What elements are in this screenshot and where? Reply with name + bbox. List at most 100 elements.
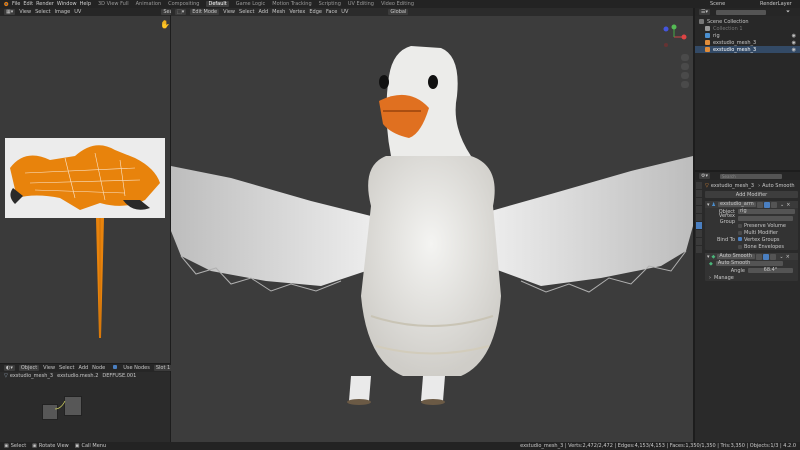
chevron-right-icon: › <box>709 274 711 281</box>
scene-selector[interactable]: Scene <box>710 1 725 7</box>
modifier-name-field[interactable]: Auto Smooth <box>717 254 756 259</box>
tab-material-icon[interactable] <box>696 246 702 253</box>
menu-file[interactable]: File <box>12 1 20 7</box>
editor-type-icon[interactable]: ▦▾ <box>4 9 16 15</box>
duck-model[interactable] <box>171 16 693 442</box>
slot-dropdown[interactable]: Slot 1 <box>153 365 173 371</box>
add-modifier-button[interactable]: Add Modifier <box>705 191 798 198</box>
tab-animation[interactable]: Animation <box>136 1 162 7</box>
collapse-icon[interactable]: ▾ <box>707 202 710 208</box>
tab-3d-view-full[interactable]: 3D View Full <box>98 1 129 7</box>
remove-modifier-icon[interactable]: × <box>786 202 790 208</box>
visibility-eye-icon[interactable]: ◉ <box>792 47 796 53</box>
hand-pan-icon[interactable]: ✋ <box>160 20 170 29</box>
show-render-icon[interactable] <box>770 253 777 260</box>
uv-menu-image[interactable]: Image <box>55 9 71 15</box>
3d-viewport[interactable]: ⬚▾ Edit Mode View Select Add Mesh Vertex… <box>171 8 693 442</box>
tab-scripting[interactable]: Scripting <box>319 1 341 7</box>
tab-physics-icon[interactable] <box>696 230 702 237</box>
outliner-item[interactable]: rig ◉ <box>695 32 800 39</box>
angle-field[interactable]: 68.4° <box>748 268 793 273</box>
uv-editor[interactable]: ▦▾ View Select Image UV Searc ✋ <box>0 8 180 363</box>
node-editor-type-icon[interactable]: ◐▾ <box>4 365 15 371</box>
vp-menu-mesh[interactable]: Mesh <box>272 9 285 15</box>
tab-output-icon[interactable] <box>696 198 702 205</box>
collapse-icon[interactable]: ▾ <box>707 254 710 260</box>
show-render-icon[interactable] <box>771 201 777 208</box>
outliner[interactable]: ☰▾ ⏷ Scene Collection Collection 1 rig ◉… <box>695 8 800 170</box>
show-editmode-icon[interactable] <box>756 253 763 260</box>
viewport-type-icon[interactable]: ⬚▾ <box>175 9 187 15</box>
object-field[interactable]: rig <box>738 209 795 214</box>
tab-tool-icon[interactable] <box>696 182 702 189</box>
outliner-search-input[interactable] <box>716 9 766 15</box>
properties-search-input[interactable]: Search <box>720 173 782 179</box>
vp-menu-add[interactable]: Add <box>258 9 268 15</box>
vp-menu-view[interactable]: View <box>223 9 235 15</box>
tab-uv-editing[interactable]: UV Editing <box>348 1 374 7</box>
layer-selector[interactable]: RenderLayer <box>760 1 792 7</box>
manage-panel-toggle[interactable]: › Manage <box>705 274 798 281</box>
tab-object-icon[interactable] <box>696 214 702 221</box>
tab-game-logic[interactable]: Game Logic <box>236 1 266 7</box>
breadcrumb-mesh[interactable]: exstudio.mesh.2 <box>57 373 98 379</box>
uv-menu-view[interactable]: View <box>19 9 31 15</box>
breadcrumb-object[interactable]: exstudio_mesh_3 <box>10 373 53 379</box>
node-menu-select[interactable]: Select <box>59 365 74 371</box>
tab-motion-tracking[interactable]: Motion Tracking <box>272 1 311 7</box>
breadcrumb-material[interactable]: DEFFUSE.001 <box>102 373 136 379</box>
multi-modifier-checkbox[interactable]: Multi Modifier <box>705 229 798 236</box>
vp-menu-uv[interactable]: UV <box>341 9 348 15</box>
filter-icon[interactable]: ⏷ <box>786 9 790 15</box>
show-editmode-icon[interactable] <box>757 201 763 208</box>
dropdown-icon[interactable]: ⌄ <box>780 202 784 208</box>
dropdown-icon[interactable]: ⌄ <box>779 254 783 260</box>
menu-render[interactable]: Render <box>36 1 54 7</box>
tab-video-editing[interactable]: Video Editing <box>381 1 414 7</box>
armature-modifier-header[interactable]: ▾ ♟ exstudio_arm ⌄ × <box>705 201 798 208</box>
tab-default[interactable]: Default <box>206 1 229 7</box>
orientation-dropdown[interactable]: Global <box>388 9 409 15</box>
blender-logo-icon[interactable] <box>2 1 9 7</box>
node-group-field[interactable]: Auto Smooth <box>715 261 783 266</box>
node-menu-view[interactable]: View <box>43 365 55 371</box>
tab-data-icon[interactable] <box>696 238 702 245</box>
outliner-item[interactable]: exstudio_mesh_3 ◉ <box>695 39 800 46</box>
uv-menu-select[interactable]: Select <box>35 9 50 15</box>
vp-menu-vertex[interactable]: Vertex <box>289 9 305 15</box>
show-viewport-icon[interactable] <box>764 201 770 208</box>
modifier-name-field[interactable]: exstudio_arm <box>718 202 756 207</box>
show-viewport-icon[interactable] <box>763 253 770 260</box>
bone-envelopes-checkbox[interactable]: Bone Envelopes <box>705 243 798 250</box>
uv-menu-uv[interactable]: UV <box>74 9 81 15</box>
visibility-eye-icon[interactable]: ◉ <box>792 33 796 39</box>
node-editor[interactable]: ◐▾ Object View Select Add Node Use Nodes… <box>0 364 173 442</box>
use-nodes-checkbox[interactable]: Use Nodes <box>109 365 150 371</box>
menu-edit[interactable]: Edit <box>23 1 33 7</box>
outliner-item-label: Collection 1 <box>713 25 743 32</box>
menu-window[interactable]: Window <box>57 1 77 7</box>
tab-render-icon[interactable] <box>696 190 702 197</box>
vp-menu-select[interactable]: Select <box>239 9 254 15</box>
autosmooth-modifier-header[interactable]: ▾ ◆ Auto Smooth ⌄ × <box>705 253 798 260</box>
tab-scene-icon[interactable] <box>696 206 702 213</box>
node-menu-node[interactable]: Node <box>92 365 105 371</box>
outliner-item[interactable]: Scene Collection <box>695 18 800 25</box>
menu-help[interactable]: Help <box>80 1 91 7</box>
tab-compositing[interactable]: Compositing <box>168 1 199 7</box>
node-menu-add[interactable]: Add <box>78 365 88 371</box>
vertex-groups-checkbox[interactable]: Vertex Groups <box>738 236 780 243</box>
tab-modifiers-icon[interactable] <box>696 222 702 229</box>
properties-type-icon[interactable]: ⚙▾ <box>699 173 710 179</box>
outliner-item-selected[interactable]: exstudio_mesh_3 ◉ <box>695 46 800 53</box>
outliner-type-icon[interactable]: ☰▾ <box>699 9 710 15</box>
mode-dropdown[interactable]: Edit Mode <box>190 9 220 15</box>
vp-menu-edge[interactable]: Edge <box>309 9 322 15</box>
remove-modifier-icon[interactable]: × <box>786 254 790 260</box>
visibility-eye-icon[interactable]: ◉ <box>792 40 796 46</box>
vertex-group-field[interactable] <box>738 216 793 221</box>
vp-menu-face[interactable]: Face <box>326 9 337 15</box>
properties-editor[interactable]: ⚙▾ Search ▽ exstudio_mesh_3 › Auto Smoot… <box>695 172 800 442</box>
node-mode-dropdown[interactable]: Object <box>18 365 40 371</box>
outliner-item[interactable]: Collection 1 <box>695 25 800 32</box>
